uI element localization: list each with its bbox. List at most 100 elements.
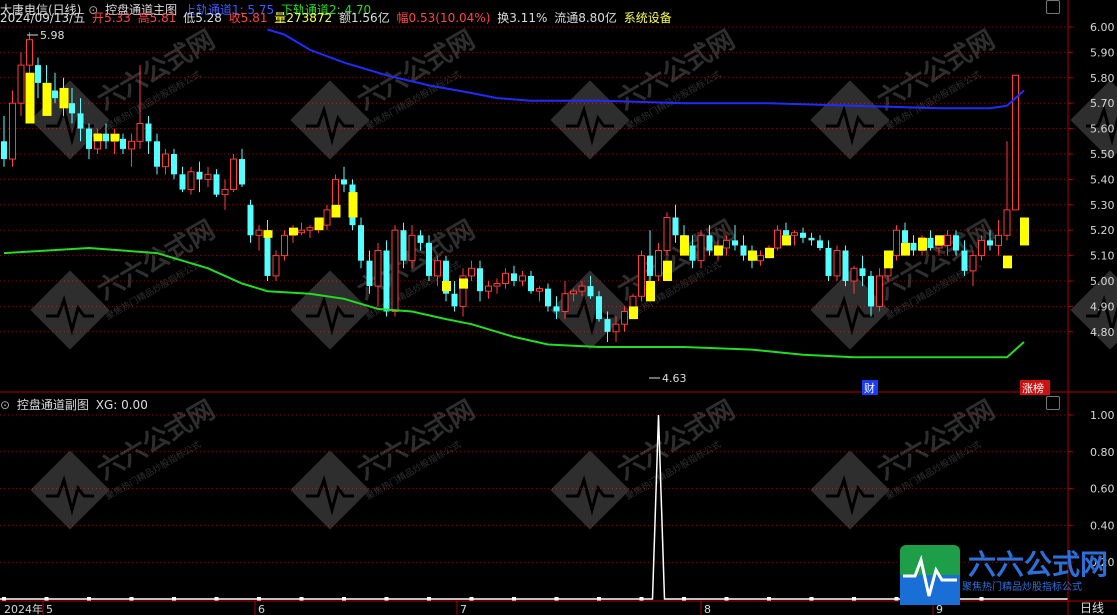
- xg-marker: [597, 597, 601, 601]
- candle-body: [621, 310, 628, 325]
- candle-down: [910, 235, 917, 256]
- candle-body: [732, 240, 738, 246]
- candle-up: [281, 230, 288, 261]
- candle-body: [536, 288, 543, 292]
- candle-body: [757, 255, 764, 262]
- period-text[interactable]: 日线: [1080, 601, 1104, 615]
- price-tick-label: 5.60: [1090, 123, 1115, 136]
- xg-marker: [214, 597, 219, 601]
- candle-body: [528, 275, 534, 292]
- sub-panel-menu-button[interactable]: [1046, 396, 1060, 410]
- candle-body: [17, 64, 25, 104]
- candle-down: [740, 235, 747, 261]
- control-block: [331, 204, 341, 218]
- price-tick-label: 5.20: [1090, 224, 1115, 237]
- control-block: [748, 250, 757, 261]
- xg-marker: [809, 597, 814, 601]
- price-tick-label: 5.00: [1090, 275, 1115, 288]
- candle-body: [561, 293, 569, 312]
- watermark: 六六公式网聚焦热门精品炒股指标公式: [550, 25, 740, 160]
- candle-up: [969, 250, 977, 287]
- candle-down: [443, 255, 449, 302]
- date-tick-label: 8: [704, 603, 711, 615]
- candle-up: [1003, 141, 1011, 241]
- chart-canvas: 六六公式网聚焦热门精品炒股指标公式 六六公式网聚焦热门精品炒股指标公式 六六公式网聚…: [0, 0, 1117, 615]
- period-label[interactable]: 日线: [1080, 601, 1107, 615]
- candle-body: [842, 250, 849, 281]
- candle-body: [969, 255, 977, 272]
- control-block: [459, 278, 468, 289]
- candle-up: [663, 212, 671, 256]
- settings-link[interactable]: 系统设备: [624, 11, 672, 25]
- candle-body: [774, 229, 781, 249]
- candle-up: [502, 268, 509, 289]
- candle-body: [800, 232, 806, 238]
- candle-body: [833, 250, 841, 277]
- candle-up: [468, 260, 475, 281]
- candle-body: [935, 244, 943, 249]
- candle-up: [162, 148, 169, 175]
- candle-body: [1, 141, 7, 160]
- control-block: [629, 306, 638, 320]
- limit-up-badge-label: 涨榜: [1022, 381, 1044, 395]
- candle-down: [672, 204, 679, 243]
- sub-indicator-dropdown-icon[interactable]: ⊙: [0, 398, 10, 412]
- control-block: [714, 245, 723, 256]
- high-marker-label: 5.98: [40, 29, 65, 42]
- candle-up: [221, 179, 229, 210]
- amount-value: 1.56亿: [350, 11, 390, 25]
- candle-body: [128, 140, 135, 150]
- candle-down: [511, 265, 517, 287]
- brand-name: 六六公式网: [968, 548, 1108, 581]
- candle-body: [136, 123, 144, 142]
- candle-down: [825, 240, 832, 281]
- candle-body: [825, 247, 832, 276]
- candle-body: [545, 288, 551, 307]
- candle-down: [808, 232, 815, 246]
- price-tick-label: 5.80: [1090, 72, 1115, 85]
- control-block: [765, 247, 774, 259]
- finance-badge[interactable]: 财: [862, 380, 878, 395]
- xg-marker: [87, 597, 91, 601]
- candle-body: [672, 217, 679, 236]
- candle-up: [306, 225, 314, 238]
- candle-up: [128, 133, 135, 167]
- candle-body: [578, 285, 586, 292]
- control-block: [663, 260, 672, 281]
- watermark: 六六公式网聚焦热门精品炒股指标公式: [1070, 80, 1117, 160]
- candle-body: [859, 268, 866, 276]
- candle-up: [255, 225, 263, 251]
- price-tick-label: 5.70: [1090, 97, 1115, 110]
- candle-body: [850, 267, 858, 282]
- candle-down: [154, 133, 160, 175]
- close-value: 5.81: [240, 11, 268, 25]
- price-tick-label: 6.00: [1090, 21, 1115, 34]
- window-menu-button[interactable]: [1046, 0, 1060, 14]
- candle-down: [120, 133, 126, 154]
- candle-body: [434, 260, 441, 277]
- candle-up: [833, 245, 841, 281]
- candle-body: [612, 323, 620, 333]
- price-tick-label: 5.30: [1090, 199, 1115, 212]
- candle-body: [902, 230, 908, 243]
- candle-body: [69, 103, 75, 114]
- candle-body: [808, 237, 815, 241]
- volume-label: 量: [274, 11, 287, 25]
- candle-down: [1, 115, 7, 167]
- control-block: [25, 72, 35, 124]
- candle-body: [944, 234, 951, 246]
- candle-body: [179, 174, 186, 190]
- candle-down: [545, 283, 551, 312]
- candle-body: [961, 250, 968, 271]
- control-block: [110, 133, 120, 142]
- high-label: 高: [137, 11, 150, 25]
- sub-tick-label: 0.80: [1090, 446, 1115, 459]
- sub-indicator-name[interactable]: 控盘通道副图: [17, 398, 89, 412]
- candle-body: [374, 250, 382, 287]
- change-value: 0.53(10.04%): [408, 11, 491, 25]
- control-block: [918, 237, 927, 251]
- candle-body: [52, 90, 58, 99]
- control-block: [348, 192, 358, 218]
- candle-body: [358, 225, 364, 261]
- limit-up-badge[interactable]: 涨榜: [1020, 380, 1050, 395]
